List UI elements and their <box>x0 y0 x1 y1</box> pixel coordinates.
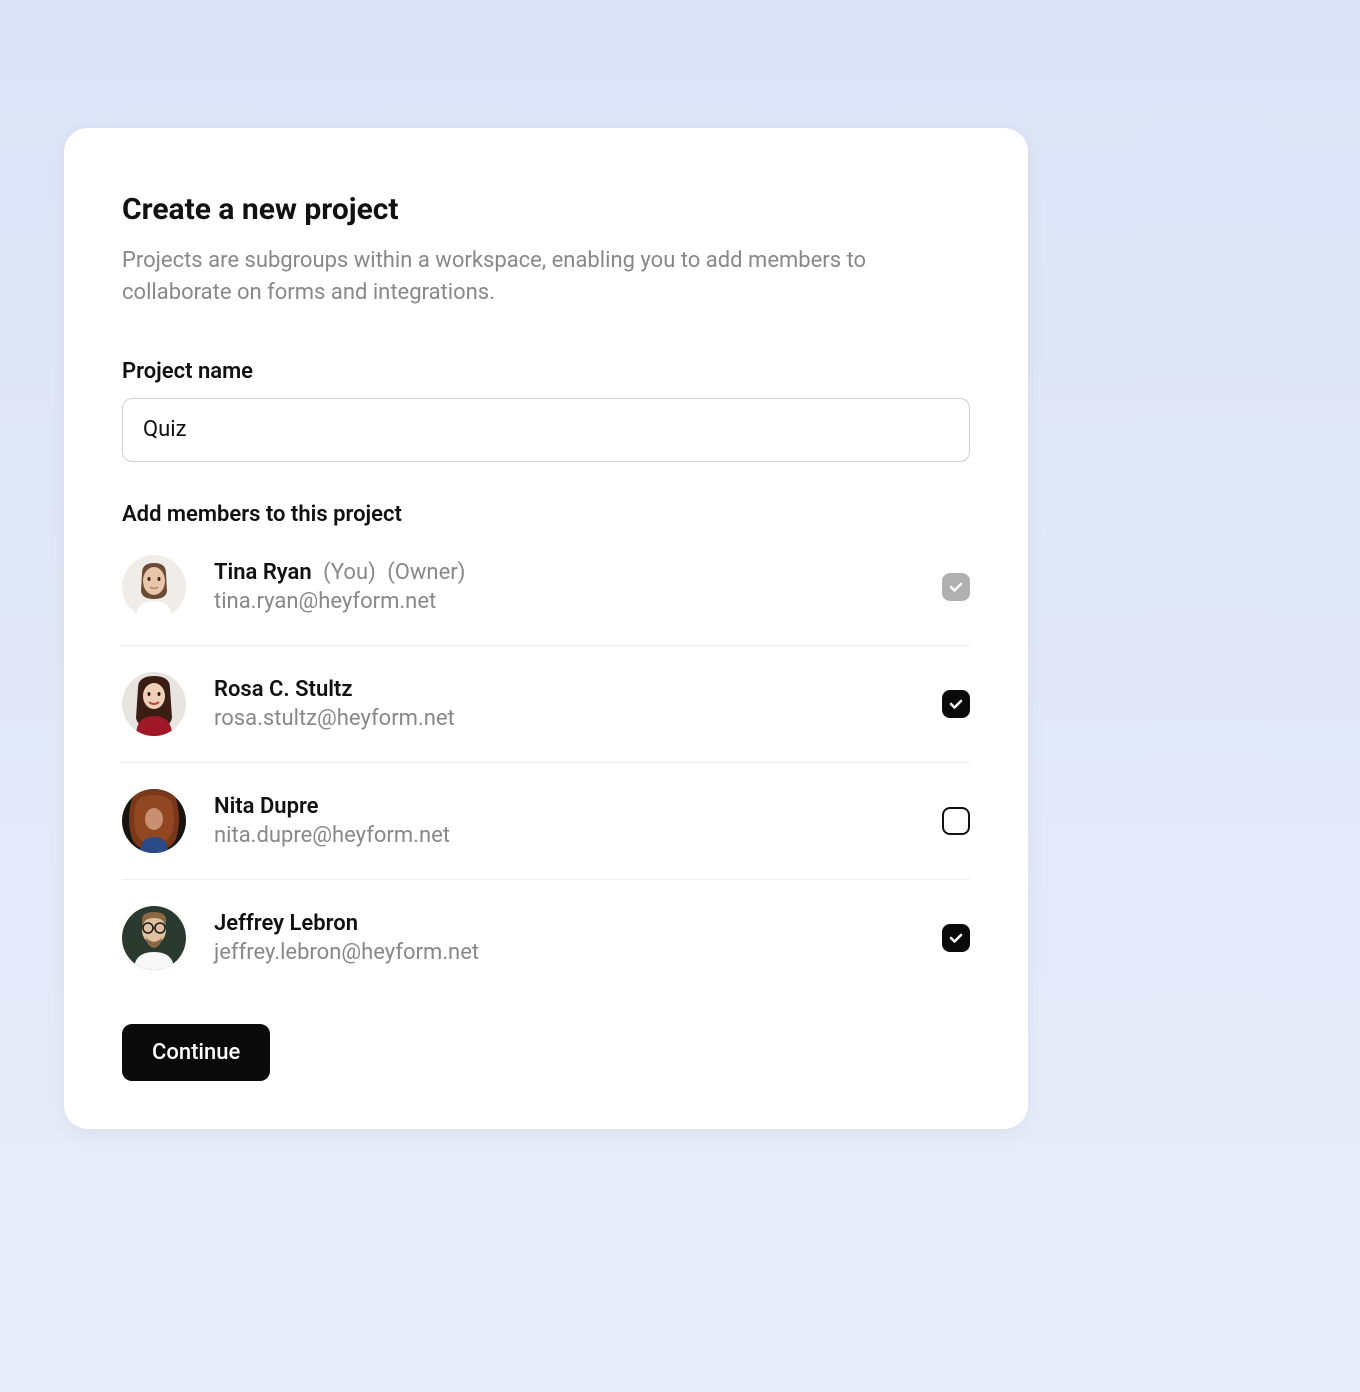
project-name-label: Project name <box>122 359 970 384</box>
member-checkbox <box>942 573 970 601</box>
member-checkbox[interactable] <box>942 924 970 952</box>
member-email: rosa.stultz@heyform.net <box>214 706 942 731</box>
member-name: Rosa C. Stultz <box>214 677 352 702</box>
member-info: Tina Ryan (You) (Owner) tina.ryan@heyfor… <box>214 560 942 614</box>
member-info: Jeffrey Lebron jeffrey.lebron@heyform.ne… <box>214 911 942 965</box>
member-row: Jeffrey Lebron jeffrey.lebron@heyform.ne… <box>122 880 970 996</box>
you-badge: (You) <box>323 560 376 585</box>
create-project-card: Create a new project Projects are subgro… <box>64 128 1028 1129</box>
check-icon <box>948 930 964 946</box>
member-list: Tina Ryan (You) (Owner) tina.ryan@heyfor… <box>122 555 970 996</box>
avatar <box>122 906 186 970</box>
member-info: Nita Dupre nita.dupre@heyform.net <box>214 794 942 848</box>
avatar <box>122 555 186 619</box>
member-row: Rosa C. Stultz rosa.stultz@heyform.net <box>122 646 970 763</box>
page-title: Create a new project <box>122 192 970 227</box>
member-info: Rosa C. Stultz rosa.stultz@heyform.net <box>214 677 942 731</box>
member-name-line: Rosa C. Stultz <box>214 677 942 702</box>
member-name: Nita Dupre <box>214 794 319 819</box>
member-row: Nita Dupre nita.dupre@heyform.net <box>122 763 970 880</box>
member-email: jeffrey.lebron@heyform.net <box>214 940 942 965</box>
owner-badge: (Owner) <box>387 560 465 585</box>
member-name-line: Tina Ryan (You) (Owner) <box>214 560 942 585</box>
check-icon <box>948 579 964 595</box>
check-icon <box>948 696 964 712</box>
member-email: tina.ryan@heyform.net <box>214 589 942 614</box>
continue-button[interactable]: Continue <box>122 1024 270 1081</box>
member-name: Tina Ryan <box>214 560 312 585</box>
avatar <box>122 672 186 736</box>
avatar <box>122 789 186 853</box>
member-email: nita.dupre@heyform.net <box>214 823 942 848</box>
member-name-line: Nita Dupre <box>214 794 942 819</box>
member-row: Tina Ryan (You) (Owner) tina.ryan@heyfor… <box>122 555 970 646</box>
page-subtitle: Projects are subgroups within a workspac… <box>122 245 970 309</box>
add-members-label: Add members to this project <box>122 502 970 527</box>
project-name-input[interactable] <box>122 398 970 462</box>
member-checkbox[interactable] <box>942 690 970 718</box>
member-checkbox[interactable] <box>942 807 970 835</box>
member-name: Jeffrey Lebron <box>214 911 358 936</box>
member-name-line: Jeffrey Lebron <box>214 911 942 936</box>
